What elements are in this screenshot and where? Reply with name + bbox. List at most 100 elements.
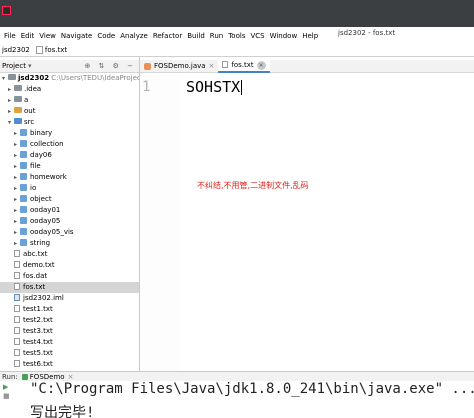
annotation-text: 不纠结,不用管,二进制文件,乱码 xyxy=(197,181,309,190)
menu-refactor[interactable]: Refactor xyxy=(150,32,184,40)
tree-item-label: ooday01 xyxy=(30,206,61,214)
folder-icon xyxy=(14,96,22,102)
java-class-icon xyxy=(144,62,151,70)
tree-item-homework[interactable]: ▸ homework xyxy=(14,172,67,183)
window-title: jsd2302 - fos.txt xyxy=(338,29,396,37)
menu-tools[interactable]: Tools xyxy=(225,32,247,40)
text-file-icon xyxy=(14,326,20,334)
tree-item-io[interactable]: ▸ io xyxy=(14,183,36,194)
tree-item-src[interactable]: ▾ src xyxy=(8,117,34,128)
tree-item-binary[interactable]: ▸ binary xyxy=(14,128,52,139)
text-file-icon xyxy=(14,304,20,312)
console-output[interactable]: ▶ ■ "C:\Program Files\Java\jdk1.8.0_241\… xyxy=(0,381,474,418)
close-icon[interactable]: × xyxy=(68,373,74,381)
tree-item-label: test1.txt xyxy=(23,305,53,313)
menu-view[interactable]: View xyxy=(36,32,58,40)
text-file-icon xyxy=(14,260,20,268)
tree-item-demo-txt[interactable]: demo.txt xyxy=(14,260,55,271)
package-icon xyxy=(20,150,27,158)
text-file-icon xyxy=(14,337,20,345)
menu-analyze[interactable]: Analyze xyxy=(117,32,150,40)
tree-item-label: collection xyxy=(30,140,64,148)
text-file-icon xyxy=(14,282,20,290)
tree-item-string[interactable]: ▸ string xyxy=(14,238,50,249)
close-icon[interactable]: × xyxy=(209,62,215,70)
breadcrumb-file[interactable]: fos.txt xyxy=(45,46,67,54)
menu-vcs[interactable]: VCS xyxy=(247,32,266,40)
intellij-logo-icon xyxy=(2,6,11,15)
menu-help[interactable]: Help xyxy=(299,32,320,40)
chevron-down-icon[interactable]: ▾ xyxy=(28,62,32,70)
package-icon xyxy=(20,172,27,180)
menu-code[interactable]: Code xyxy=(94,32,117,40)
text-file-icon xyxy=(14,315,20,323)
tree-root-label: jsd2302 xyxy=(18,74,50,82)
tree-item-collection[interactable]: ▸ collection xyxy=(14,139,64,150)
tree-item-abc-txt[interactable]: abc.txt xyxy=(14,249,47,260)
editor-area[interactable]: 1 SOHSTX 不纠结,不用管,二进制文件,乱码 xyxy=(140,74,474,371)
tree-item-label: test2.txt xyxy=(23,316,53,324)
tree-item-fos-txt[interactable]: fos.txt xyxy=(0,282,139,293)
tree-item-fos-dat[interactable]: fos.dat xyxy=(14,271,47,282)
package-icon xyxy=(20,205,27,213)
tree-item-test2-txt[interactable]: test2.txt xyxy=(14,315,53,326)
menu-run[interactable]: Run xyxy=(207,32,225,40)
tree-item-test4-txt[interactable]: test4.txt xyxy=(14,337,53,348)
text-caret xyxy=(241,80,243,95)
tree-item-label: fos.txt xyxy=(23,283,46,291)
tree-item-label: test4.txt xyxy=(23,338,53,346)
menu-window[interactable]: Window xyxy=(267,32,300,40)
menu-build[interactable]: Build xyxy=(184,32,207,40)
tab-fos-txt[interactable]: fos.txt × xyxy=(218,59,270,73)
tree-item-label: file xyxy=(30,162,41,170)
close-icon[interactable]: × xyxy=(256,60,266,70)
tree-item-ooday01[interactable]: ▸ ooday01 xyxy=(14,205,60,216)
editor-tab-bar: FOSDemo.java × fos.txt × xyxy=(140,59,474,73)
tree-root-path: C:\Users\TEDU\IdeaProjects\jsd xyxy=(51,74,139,82)
tree-item-test3-txt[interactable]: test3.txt xyxy=(14,326,53,337)
tree-item-jsd2302-iml[interactable]: jsd2302.iml xyxy=(14,293,64,304)
run-tab-label: FOSDemo xyxy=(29,372,65,381)
tree-item-idea[interactable]: ▸ .idea xyxy=(8,84,41,95)
menu-edit[interactable]: Edit xyxy=(18,32,37,40)
run-panel-header: Run: FOSDemo × xyxy=(0,371,474,381)
console-line: 写出完毕! xyxy=(30,405,95,418)
tree-item-test6-txt[interactable]: test6.txt xyxy=(14,359,53,370)
project-panel-toolbar[interactable]: ⊕ ⇅ ⚙ − xyxy=(84,62,136,70)
tree-item-day06[interactable]: ▸ day06 xyxy=(14,150,52,161)
package-icon xyxy=(20,139,27,147)
tab-fosdemo-java[interactable]: FOSDemo.java × xyxy=(140,60,218,73)
tree-item-test5-txt[interactable]: test5.txt xyxy=(14,348,53,359)
run-tab-fosdemo[interactable]: FOSDemo × xyxy=(21,372,74,381)
package-icon xyxy=(20,194,27,202)
rerun-icon[interactable]: ▶ xyxy=(3,383,13,392)
tree-item-label: test6.txt xyxy=(23,360,53,368)
text-file-icon xyxy=(35,45,43,54)
tree-item-label: binary xyxy=(30,129,53,137)
menu-navigate[interactable]: Navigate xyxy=(58,32,94,40)
folder-icon xyxy=(14,85,22,91)
tree-item-out[interactable]: ▸ out xyxy=(8,106,35,117)
tree-item-label: a xyxy=(24,96,29,104)
tree-item-ooday05[interactable]: ▸ ooday05 xyxy=(14,216,60,227)
package-icon xyxy=(20,216,27,224)
code-line[interactable]: SOHSTX xyxy=(186,78,243,96)
stop-icon[interactable]: ■ xyxy=(3,392,13,401)
tree-item-label: homework xyxy=(30,173,67,181)
tree-item-object[interactable]: ▸ object xyxy=(14,194,52,205)
tree-item-label: ooday05 xyxy=(30,217,61,225)
menu-bar: File Edit View Navigate Code Analyze Ref… xyxy=(0,29,474,43)
tree-root[interactable]: ▾jsd2302 C:\Users\TEDU\IdeaProjects\jsd xyxy=(2,73,139,84)
tree-item-ooday05-vis[interactable]: ▸ ooday05_vis xyxy=(14,227,74,238)
tree-item-a[interactable]: ▸ a xyxy=(8,95,28,106)
breadcrumb-project[interactable]: jsd2302 xyxy=(2,46,30,54)
package-icon xyxy=(20,161,27,169)
menu-file[interactable]: File xyxy=(1,32,18,40)
tree-item-test1-txt[interactable]: test1.txt xyxy=(14,304,53,315)
run-panel-label: Run: xyxy=(2,372,18,381)
folder-icon xyxy=(8,74,16,80)
tree-item-file[interactable]: ▸ file xyxy=(14,161,41,172)
module-file-icon xyxy=(14,293,20,301)
tree-item-label: string xyxy=(30,239,51,247)
project-view-selector[interactable]: Project xyxy=(2,62,26,70)
